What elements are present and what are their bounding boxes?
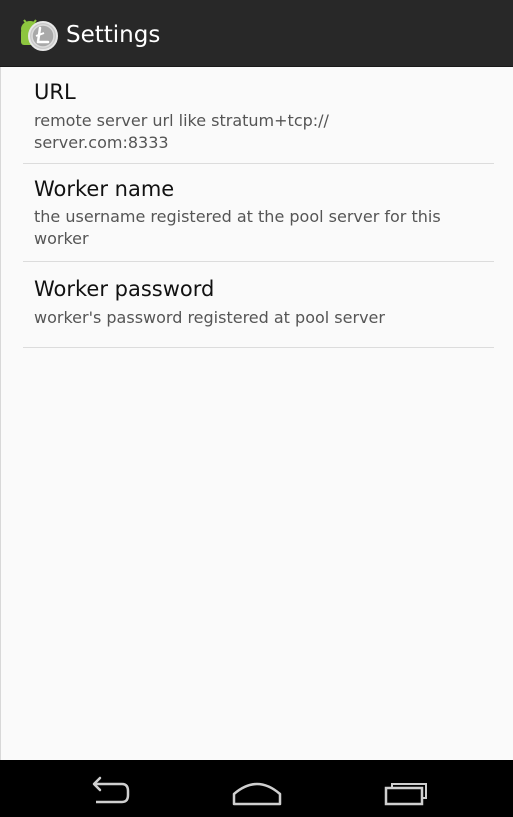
preference-title: Worker name bbox=[34, 177, 175, 201]
preference-worker-password[interactable]: Worker password worker's password regist… bbox=[23, 262, 494, 348]
app-logo-icon[interactable] bbox=[19, 17, 59, 53]
preference-summary: worker's password registered at pool ser… bbox=[34, 308, 385, 327]
preference-summary: the username registered at the pool serv… bbox=[34, 207, 441, 248]
back-icon[interactable] bbox=[82, 774, 132, 808]
preferences-list: URL remote server url like stratum+tcp:/… bbox=[0, 67, 513, 760]
preference-title: URL bbox=[34, 80, 76, 104]
navigation-bar bbox=[0, 760, 513, 817]
action-bar: Settings bbox=[0, 0, 513, 67]
home-icon[interactable] bbox=[230, 774, 284, 808]
preference-worker-name[interactable]: Worker name the username registered at t… bbox=[23, 164, 494, 262]
recent-apps-icon[interactable] bbox=[381, 774, 433, 808]
preference-summary: remote server url like stratum+tcp:// se… bbox=[34, 111, 329, 152]
page-title: Settings bbox=[66, 22, 161, 48]
preference-url[interactable]: URL remote server url like stratum+tcp:/… bbox=[23, 67, 494, 164]
preference-title: Worker password bbox=[34, 277, 215, 301]
